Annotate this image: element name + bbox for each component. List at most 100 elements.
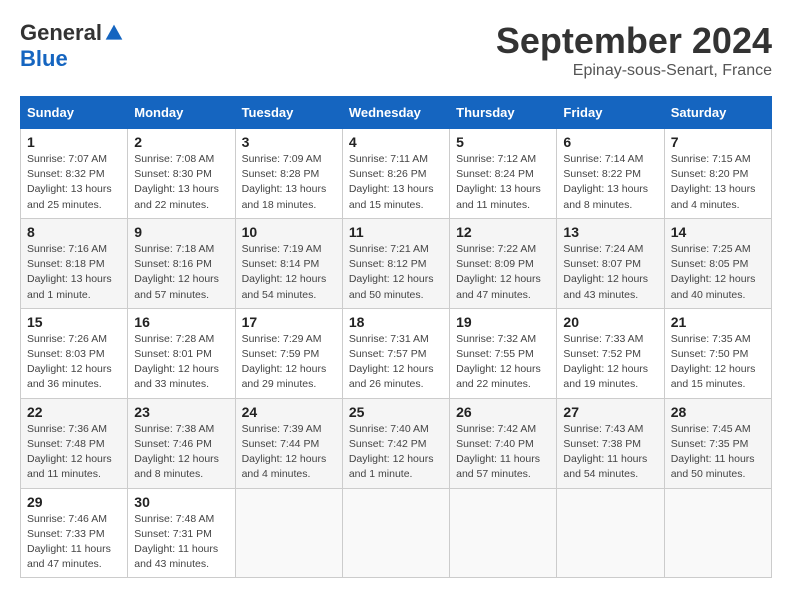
calendar-week-2: 15 Sunrise: 7:26 AMSunset: 8:03 PMDayligh… bbox=[21, 308, 772, 398]
day-info: Sunrise: 7:08 AMSunset: 8:30 PMDaylight:… bbox=[134, 152, 228, 213]
day-number: 25 bbox=[349, 404, 443, 420]
day-info: Sunrise: 7:16 AMSunset: 8:18 PMDaylight:… bbox=[27, 242, 121, 303]
day-number: 8 bbox=[27, 224, 121, 240]
day-number: 18 bbox=[349, 314, 443, 330]
logo: General Blue bbox=[20, 20, 124, 72]
calendar-cell-empty bbox=[450, 488, 557, 578]
calendar-cell-24: 24 Sunrise: 7:39 AMSunset: 7:44 PMDayligh… bbox=[235, 398, 342, 488]
day-info: Sunrise: 7:09 AMSunset: 8:28 PMDaylight:… bbox=[242, 152, 336, 213]
page-header: General Blue September 2024 Epinay-sous-… bbox=[20, 20, 772, 80]
day-number: 15 bbox=[27, 314, 121, 330]
calendar-cell-18: 18 Sunrise: 7:31 AMSunset: 7:57 PMDayligh… bbox=[342, 308, 449, 398]
day-number: 26 bbox=[456, 404, 550, 420]
month-title: September 2024 bbox=[496, 20, 772, 62]
location: Epinay-sous-Senart, France bbox=[496, 62, 772, 80]
day-info: Sunrise: 7:48 AMSunset: 7:31 PMDaylight:… bbox=[134, 512, 228, 573]
calendar-cell-empty bbox=[235, 488, 342, 578]
day-info: Sunrise: 7:28 AMSunset: 8:01 PMDaylight:… bbox=[134, 332, 228, 393]
day-number: 1 bbox=[27, 134, 121, 150]
day-info: Sunrise: 7:21 AMSunset: 8:12 PMDaylight:… bbox=[349, 242, 443, 303]
calendar-week-4: 29 Sunrise: 7:46 AMSunset: 7:33 PMDayligh… bbox=[21, 488, 772, 578]
day-info: Sunrise: 7:22 AMSunset: 8:09 PMDaylight:… bbox=[456, 242, 550, 303]
day-info: Sunrise: 7:26 AMSunset: 8:03 PMDaylight:… bbox=[27, 332, 121, 393]
day-header-sunday: Sunday bbox=[21, 97, 128, 129]
day-number: 3 bbox=[242, 134, 336, 150]
day-number: 12 bbox=[456, 224, 550, 240]
day-info: Sunrise: 7:32 AMSunset: 7:55 PMDaylight:… bbox=[456, 332, 550, 393]
calendar-cell-30: 30Sunrise: 7:48 AMSunset: 7:31 PMDayligh… bbox=[128, 488, 235, 578]
day-header-tuesday: Tuesday bbox=[235, 97, 342, 129]
day-info: Sunrise: 7:14 AMSunset: 8:22 PMDaylight:… bbox=[563, 152, 657, 213]
calendar-cell-empty bbox=[664, 488, 771, 578]
day-info: Sunrise: 7:29 AMSunset: 7:59 PMDaylight:… bbox=[242, 332, 336, 393]
title-block: September 2024 Epinay-sous-Senart, Franc… bbox=[496, 20, 772, 80]
day-header-saturday: Saturday bbox=[664, 97, 771, 129]
logo-blue-text: Blue bbox=[20, 46, 68, 72]
day-number: 7 bbox=[671, 134, 765, 150]
day-number: 27 bbox=[563, 404, 657, 420]
day-info: Sunrise: 7:11 AMSunset: 8:26 PMDaylight:… bbox=[349, 152, 443, 213]
day-info: Sunrise: 7:19 AMSunset: 8:14 PMDaylight:… bbox=[242, 242, 336, 303]
day-number: 10 bbox=[242, 224, 336, 240]
day-number: 16 bbox=[134, 314, 228, 330]
day-number: 13 bbox=[563, 224, 657, 240]
day-info: Sunrise: 7:12 AMSunset: 8:24 PMDaylight:… bbox=[456, 152, 550, 213]
day-number: 24 bbox=[242, 404, 336, 420]
day-info: Sunrise: 7:45 AMSunset: 7:35 PMDaylight:… bbox=[671, 422, 765, 483]
calendar-cell-12: 12 Sunrise: 7:22 AMSunset: 8:09 PMDayligh… bbox=[450, 218, 557, 308]
day-info: Sunrise: 7:07 AMSunset: 8:32 PMDaylight:… bbox=[27, 152, 121, 213]
day-info: Sunrise: 7:36 AMSunset: 7:48 PMDaylight:… bbox=[27, 422, 121, 483]
day-number: 17 bbox=[242, 314, 336, 330]
calendar-cell-15: 15 Sunrise: 7:26 AMSunset: 8:03 PMDayligh… bbox=[21, 308, 128, 398]
day-info: Sunrise: 7:25 AMSunset: 8:05 PMDaylight:… bbox=[671, 242, 765, 303]
day-header-friday: Friday bbox=[557, 97, 664, 129]
calendar-cell-27: 27Sunrise: 7:43 AMSunset: 7:38 PMDayligh… bbox=[557, 398, 664, 488]
day-info: Sunrise: 7:46 AMSunset: 7:33 PMDaylight:… bbox=[27, 512, 121, 573]
day-info: Sunrise: 7:18 AMSunset: 8:16 PMDaylight:… bbox=[134, 242, 228, 303]
day-number: 6 bbox=[563, 134, 657, 150]
calendar-cell-16: 16 Sunrise: 7:28 AMSunset: 8:01 PMDayligh… bbox=[128, 308, 235, 398]
calendar-cell-1: 1 Sunrise: 7:07 AMSunset: 8:32 PMDaylight… bbox=[21, 129, 128, 219]
day-info: Sunrise: 7:39 AMSunset: 7:44 PMDaylight:… bbox=[242, 422, 336, 483]
calendar-cell-26: 26 Sunrise: 7:42 AMSunset: 7:40 PMDayligh… bbox=[450, 398, 557, 488]
day-number: 9 bbox=[134, 224, 228, 240]
day-number: 21 bbox=[671, 314, 765, 330]
day-number: 19 bbox=[456, 314, 550, 330]
day-info: Sunrise: 7:40 AMSunset: 7:42 PMDaylight:… bbox=[349, 422, 443, 483]
calendar-cell-empty bbox=[342, 488, 449, 578]
day-info: Sunrise: 7:35 AMSunset: 7:50 PMDaylight:… bbox=[671, 332, 765, 393]
calendar-week-1: 8 Sunrise: 7:16 AMSunset: 8:18 PMDaylight… bbox=[21, 218, 772, 308]
calendar-cell-5: 5Sunrise: 7:12 AMSunset: 8:24 PMDaylight… bbox=[450, 129, 557, 219]
day-number: 2 bbox=[134, 134, 228, 150]
calendar-cell-13: 13Sunrise: 7:24 AMSunset: 8:07 PMDayligh… bbox=[557, 218, 664, 308]
calendar-cell-empty bbox=[557, 488, 664, 578]
calendar-cell-7: 7 Sunrise: 7:15 AMSunset: 8:20 PMDaylight… bbox=[664, 129, 771, 219]
day-info: Sunrise: 7:15 AMSunset: 8:20 PMDaylight:… bbox=[671, 152, 765, 213]
day-number: 4 bbox=[349, 134, 443, 150]
calendar-cell-17: 17 Sunrise: 7:29 AMSunset: 7:59 PMDayligh… bbox=[235, 308, 342, 398]
calendar-cell-2: 2 Sunrise: 7:08 AMSunset: 8:30 PMDaylight… bbox=[128, 129, 235, 219]
calendar-cell-9: 9 Sunrise: 7:18 AMSunset: 8:16 PMDaylight… bbox=[128, 218, 235, 308]
day-number: 11 bbox=[349, 224, 443, 240]
calendar-cell-28: 28Sunrise: 7:45 AMSunset: 7:35 PMDayligh… bbox=[664, 398, 771, 488]
day-number: 22 bbox=[27, 404, 121, 420]
calendar-cell-14: 14 Sunrise: 7:25 AMSunset: 8:05 PMDayligh… bbox=[664, 218, 771, 308]
day-number: 20 bbox=[563, 314, 657, 330]
calendar-cell-19: 19 Sunrise: 7:32 AMSunset: 7:55 PMDayligh… bbox=[450, 308, 557, 398]
calendar-cell-29: 29 Sunrise: 7:46 AMSunset: 7:33 PMDayligh… bbox=[21, 488, 128, 578]
calendar-cell-11: 11 Sunrise: 7:21 AMSunset: 8:12 PMDayligh… bbox=[342, 218, 449, 308]
calendar-cell-3: 3 Sunrise: 7:09 AMSunset: 8:28 PMDaylight… bbox=[235, 129, 342, 219]
calendar-week-0: 1 Sunrise: 7:07 AMSunset: 8:32 PMDaylight… bbox=[21, 129, 772, 219]
calendar-cell-21: 21 Sunrise: 7:35 AMSunset: 7:50 PMDayligh… bbox=[664, 308, 771, 398]
day-info: Sunrise: 7:42 AMSunset: 7:40 PMDaylight:… bbox=[456, 422, 550, 483]
calendar-cell-20: 20 Sunrise: 7:33 AMSunset: 7:52 PMDayligh… bbox=[557, 308, 664, 398]
calendar-week-3: 22 Sunrise: 7:36 AMSunset: 7:48 PMDayligh… bbox=[21, 398, 772, 488]
calendar-cell-25: 25 Sunrise: 7:40 AMSunset: 7:42 PMDayligh… bbox=[342, 398, 449, 488]
day-info: Sunrise: 7:31 AMSunset: 7:57 PMDaylight:… bbox=[349, 332, 443, 393]
calendar-cell-23: 23Sunrise: 7:38 AMSunset: 7:46 PMDayligh… bbox=[128, 398, 235, 488]
calendar-header-row: SundayMondayTuesdayWednesdayThursdayFrid… bbox=[21, 97, 772, 129]
day-number: 14 bbox=[671, 224, 765, 240]
logo-icon bbox=[104, 23, 124, 43]
day-number: 29 bbox=[27, 494, 121, 510]
day-info: Sunrise: 7:33 AMSunset: 7:52 PMDaylight:… bbox=[563, 332, 657, 393]
